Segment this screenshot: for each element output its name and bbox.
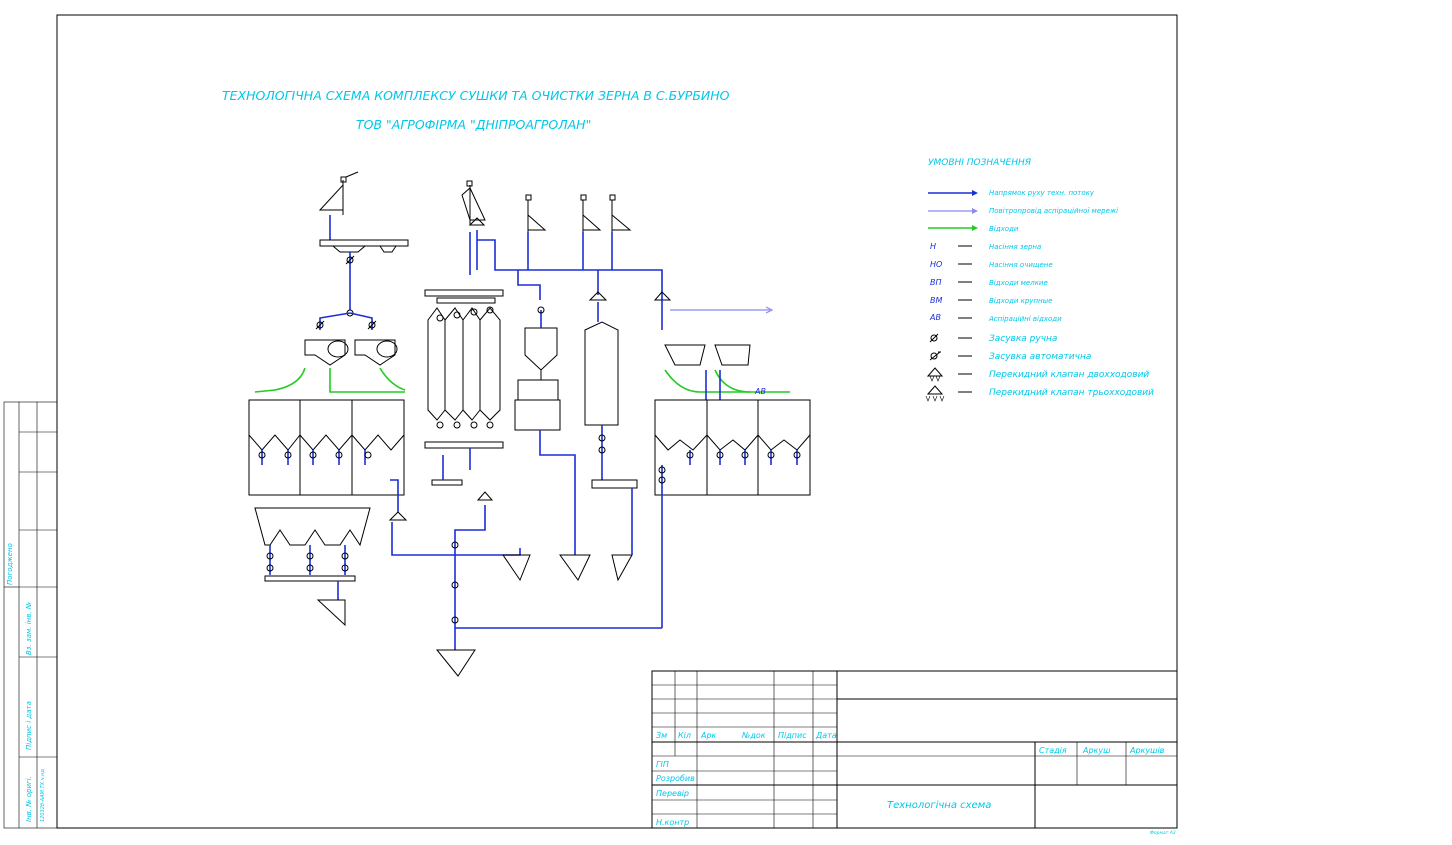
drawing-sheet: Погоджено Вз. зам. інв. № Підпис і дата … <box>3 14 1178 836</box>
legend-sym-6: ВМ <box>930 296 942 305</box>
tb-role-ncontr: Н.контр <box>656 818 689 827</box>
bottom-collectors <box>388 479 662 677</box>
two-way-valve-icon <box>926 367 944 382</box>
legend-label-5: Відходи мелкие <box>989 279 1048 287</box>
title-line-2: ТОВ "АГРОФІРМА "ДНІПРОАГРОЛАН" <box>356 117 591 132</box>
stamp-replace-inv: Вз. зам. інв. № <box>25 602 33 655</box>
tb-role-checker: Перевір <box>656 789 689 798</box>
sheet-frame <box>56 14 1178 829</box>
three-way-valve-icon <box>925 385 945 402</box>
bin-lower-left <box>254 507 371 627</box>
bins-right <box>654 399 811 628</box>
legend-label-6: Відходи крупные <box>989 297 1052 305</box>
elevators-top-right <box>517 194 663 300</box>
tb-sheets: Аркушів <box>1129 746 1165 755</box>
title-block: Зм Кіл Арк №док Підпис Дата ГІП Розробив… <box>651 670 1178 836</box>
dryer-group <box>424 289 504 486</box>
separators-left <box>304 312 398 366</box>
legend-label-1: Повітропровід аспіраційної мережі <box>989 207 1118 215</box>
legend-label-4: Насіння очищене <box>989 261 1053 269</box>
manual-gate-icon <box>929 333 939 343</box>
tb-format: Формат А3 <box>1150 830 1176 836</box>
legend-sym-4: НО <box>930 260 942 269</box>
tb-col-kil: Кіл <box>678 731 691 740</box>
tb-drawing-name: Технологічна схема <box>887 799 991 811</box>
stamp-approved: Погоджено <box>6 543 14 585</box>
cleaner-center <box>514 291 638 555</box>
bins-left <box>248 367 406 496</box>
legend-label-8: Засувка ручна <box>989 334 1057 344</box>
legend-label-10: Перекидний клапан двохходовий <box>989 370 1149 380</box>
tb-col-ark: Арк <box>700 731 717 740</box>
stamp-inv-orig: Інв. № оригі. <box>25 776 33 822</box>
legend-label-3: Насіння зерна <box>989 243 1041 251</box>
legend-sym-3: Н <box>930 242 936 251</box>
legend-label-2: Відходи <box>989 225 1019 233</box>
legend: УМОВНІ ПОЗНАЧЕННЯ Н НО ВП ВМ АВ Напрямок… <box>925 158 1154 402</box>
separators-right <box>653 291 790 400</box>
process-scheme: АВ <box>248 171 811 677</box>
legend-label-11: Перекидний клапан трьохходовий <box>989 388 1154 398</box>
stamp-ref: 12032б-ААМ.ТХ.ч.нд <box>40 769 46 822</box>
tb-sheet: Аркуш <box>1082 746 1111 755</box>
legend-label-7: Аспіраційні відходи <box>988 315 1062 323</box>
legend-heading: УМОВНІ ПОЗНАЧЕННЯ <box>928 158 1031 168</box>
auto-gate-icon <box>929 351 941 361</box>
legend-label-9: Засувка автоматична <box>989 352 1091 362</box>
title-line-1: ТЕХНОЛОГІЧНА СХЕМА КОМПЛЕКСУ СУШКИ ТА ОЧ… <box>222 88 730 103</box>
tb-role-gip: ГІП <box>656 760 669 769</box>
stamp-sign-date: Підпис і дата <box>25 701 33 750</box>
tb-col-ndok: №док <box>741 731 766 740</box>
tb-col-pidpys: Підпис <box>778 731 807 740</box>
legend-sym-5: ВП <box>930 278 942 287</box>
tb-stage: Стадія <box>1039 746 1067 755</box>
side-stamp: Погоджено Вз. зам. інв. № Підпис і дата … <box>3 401 58 829</box>
tb-role-developer: Розробив <box>656 774 695 783</box>
intake-elevator-center <box>461 180 630 275</box>
legend-label-0: Напрямок руху техн. потоку <box>989 189 1095 197</box>
tb-col-data: Дата <box>815 731 837 740</box>
tb-col-zm: Зм <box>656 731 667 740</box>
av-label: АВ <box>754 387 766 396</box>
legend-sym-7: АВ <box>929 313 941 322</box>
intake-elevator-left <box>318 171 409 317</box>
